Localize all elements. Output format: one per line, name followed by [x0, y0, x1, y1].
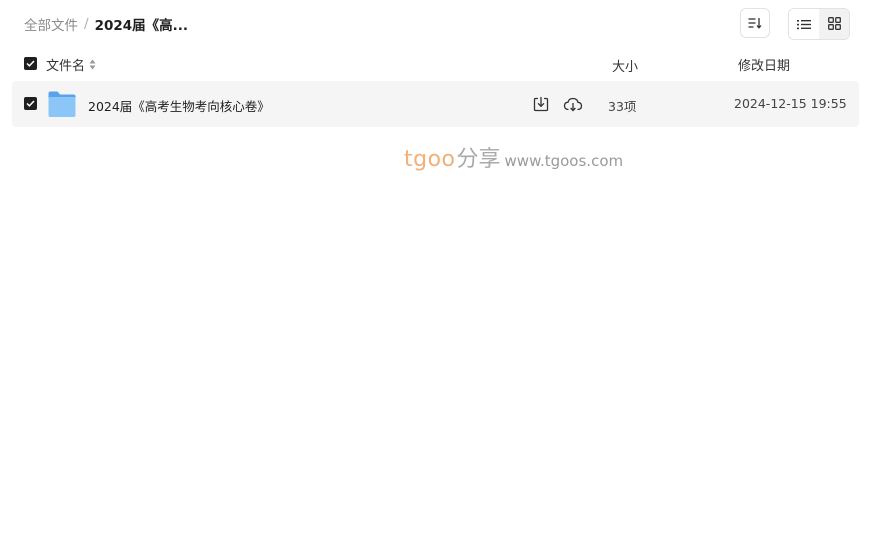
file-modified-date: 2024-12-15 19:55: [734, 96, 847, 111]
breadcrumb-root-link[interactable]: 全部文件: [24, 14, 78, 34]
file-size: 33项: [608, 99, 637, 114]
sort-list-icon: [748, 14, 762, 33]
grid-view-button[interactable]: [819, 9, 849, 39]
view-mode-toggle: [788, 8, 850, 40]
column-name-label: 文件名: [46, 59, 86, 74]
checkmark-icon: [26, 60, 35, 67]
sort-arrows-icon: [89, 59, 96, 70]
cloud-save-icon[interactable]: [563, 95, 583, 113]
top-bar: 全部文件 / 2024届《高...: [0, 0, 874, 48]
column-header-size[interactable]: 大小: [612, 56, 638, 75]
breadcrumb: 全部文件 / 2024届《高...: [24, 14, 188, 34]
file-row[interactable]: 2024届《高考生物考向核心卷》 33项 2024-12-15 19:55: [12, 81, 859, 127]
row-checkbox[interactable]: [24, 97, 37, 110]
folder-icon: [47, 90, 77, 118]
watermark-brand: tgoo: [404, 147, 456, 172]
list-view-icon: [797, 15, 811, 34]
column-header-date[interactable]: 修改日期: [738, 55, 790, 74]
sort-button[interactable]: [740, 8, 770, 38]
select-all-checkbox[interactable]: [24, 57, 37, 70]
breadcrumb-current: 2024届《高...: [94, 18, 189, 34]
file-list-header: 文件名 大小 修改日期: [12, 50, 859, 78]
file-name[interactable]: 2024届《高考生物考向核心卷》: [88, 96, 270, 115]
watermark-url: www.tgoos.com: [504, 152, 624, 170]
column-header-name[interactable]: 文件名: [46, 55, 96, 74]
breadcrumb-separator: /: [84, 16, 89, 32]
list-view-button[interactable]: [789, 9, 819, 39]
watermark-share: 分享: [456, 147, 501, 172]
download-icon[interactable]: [532, 95, 550, 113]
checkmark-icon: [26, 100, 35, 107]
file-browser-page: 全部文件 / 2024届《高... 文件名 大小 修改日期 2024届《高考生物…: [0, 0, 874, 538]
watermark: tgoo 分享 www.tgoos.com: [404, 141, 623, 173]
grid-view-icon: [827, 15, 841, 34]
